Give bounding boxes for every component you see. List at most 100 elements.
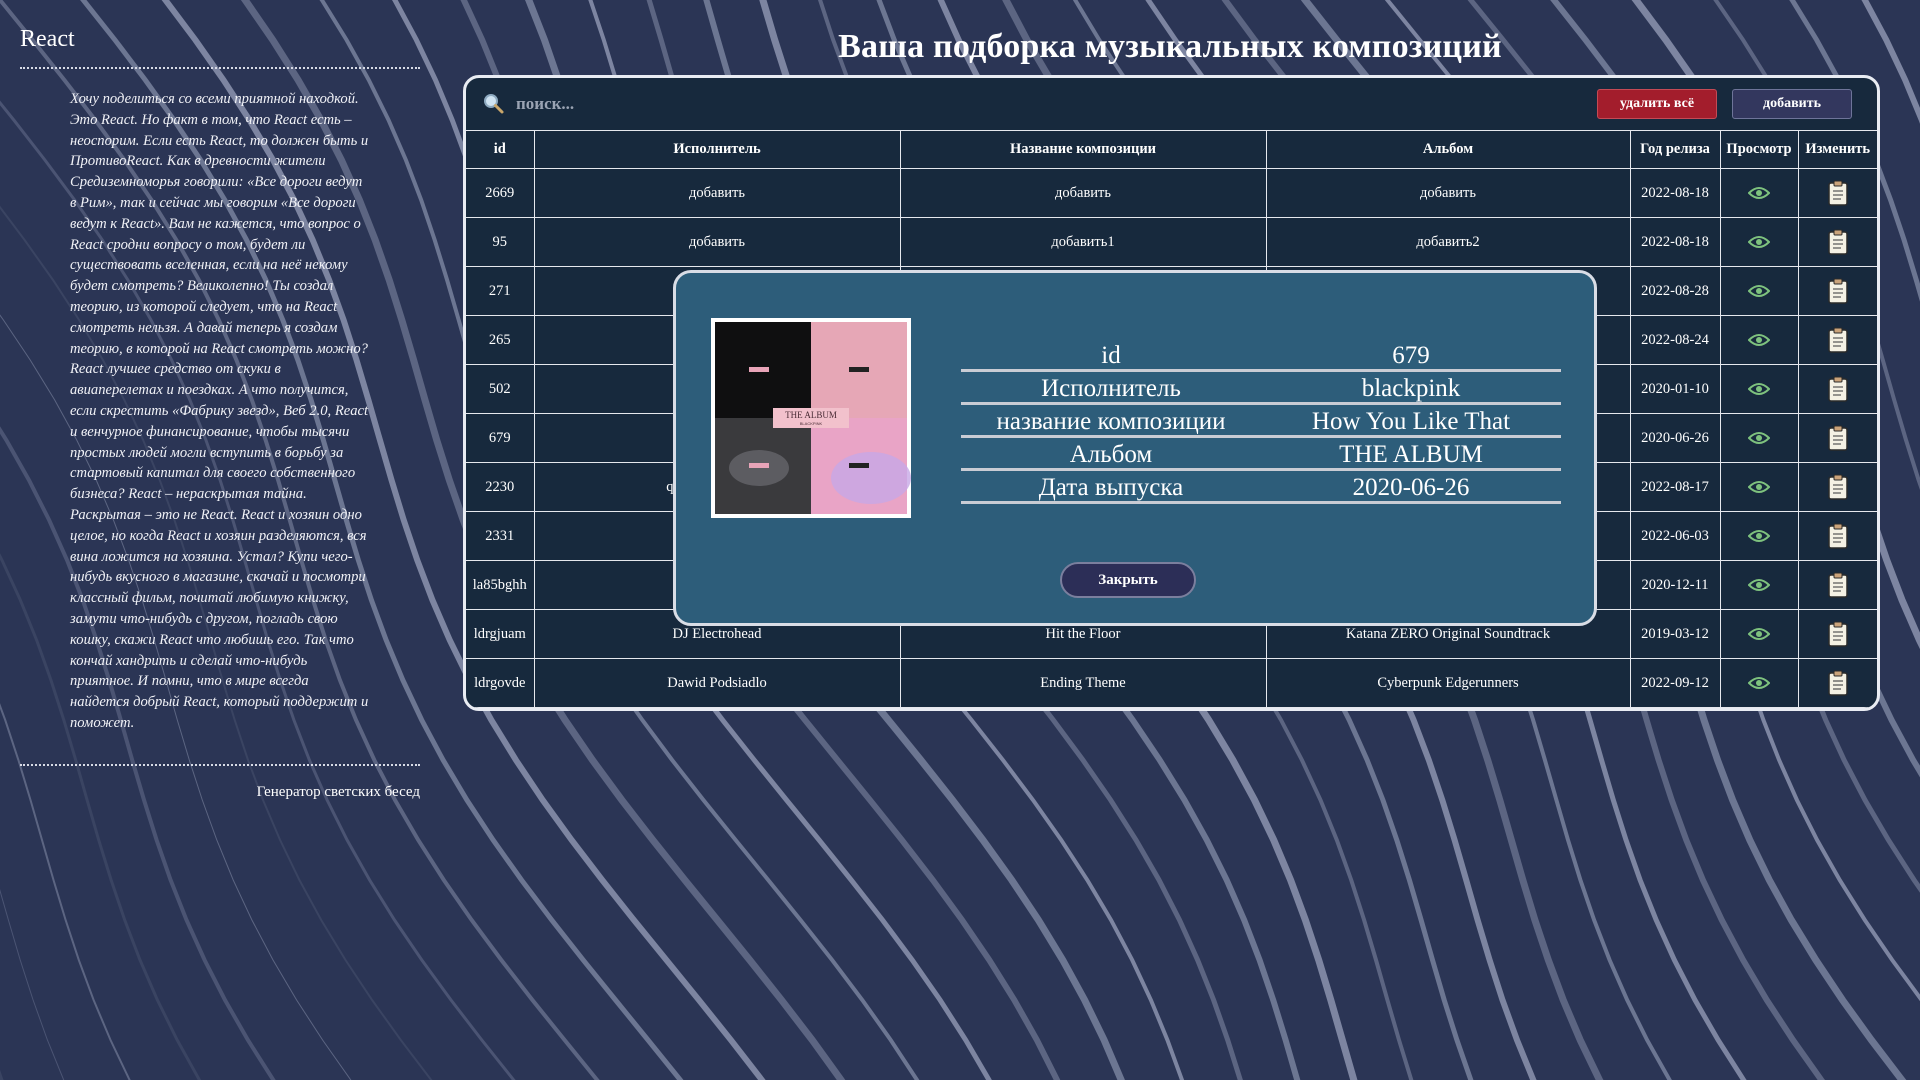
cell-id: 95 [466, 217, 535, 267]
edit-cell [1797, 217, 1877, 267]
edit-cell [1797, 609, 1877, 659]
column-header-view: Просмотр [1719, 130, 1799, 169]
cover-title-text: THE ALBUM [785, 410, 837, 420]
view-cell [1719, 266, 1799, 316]
cell-title: Ending Theme [899, 658, 1267, 708]
eye-icon[interactable] [1725, 284, 1794, 298]
cover-subtitle-text: BLACKPINK [800, 421, 823, 426]
view-cell [1719, 364, 1799, 414]
clipboard-icon[interactable] [1803, 425, 1874, 451]
cell-id: ldrgjuam [466, 609, 535, 659]
clipboard-icon[interactable] [1803, 376, 1874, 402]
edit-cell [1797, 168, 1877, 218]
cell-artist: добавить [533, 168, 901, 218]
cell-date: 2019-03-12 [1629, 609, 1721, 659]
divider [20, 763, 420, 766]
column-header-id[interactable]: id [466, 130, 535, 169]
cell-id: 265 [466, 315, 535, 365]
column-header-album[interactable]: Альбом [1265, 130, 1631, 169]
view-cell [1719, 511, 1799, 561]
eye-icon[interactable] [1725, 382, 1794, 396]
album-cover-image: THE ALBUM BLACKPINK [711, 318, 911, 518]
eye-icon[interactable] [1725, 529, 1794, 543]
column-header-title[interactable]: Название композиции [899, 130, 1267, 169]
cell-title: добавить [899, 168, 1267, 218]
eye-icon[interactable] [1725, 235, 1794, 249]
cell-date: 2022-09-12 [1629, 658, 1721, 708]
edit-cell [1797, 560, 1877, 610]
cell-id: 679 [466, 413, 535, 463]
clipboard-icon[interactable] [1803, 229, 1874, 255]
eye-icon[interactable] [1725, 333, 1794, 347]
clipboard-icon[interactable] [1803, 474, 1874, 500]
cell-id: la85bghh [466, 560, 535, 610]
cell-artist: добавить [533, 217, 901, 267]
toolbar: удалить всё добавить [466, 78, 1877, 130]
eye-icon[interactable] [1725, 627, 1794, 641]
column-header-date[interactable]: Год релиза [1629, 130, 1721, 169]
view-cell [1719, 217, 1799, 267]
view-cell [1719, 315, 1799, 365]
cell-date: 2022-08-18 [1629, 168, 1721, 218]
info-row-artist: Исполнитель blackpink [961, 374, 1561, 405]
cell-album: добавить2 [1265, 217, 1631, 267]
info-label: Исполнитель [1041, 375, 1181, 402]
clipboard-icon[interactable] [1803, 180, 1874, 206]
info-value: How You Like That [1311, 408, 1511, 435]
eye-icon[interactable] [1725, 480, 1794, 494]
table-row: ldrgovde Dawid Podsiadlo Ending Theme Cyber… [466, 658, 1877, 708]
view-cell [1719, 560, 1799, 610]
info-row-title: название композиции How You Like That [961, 407, 1561, 438]
view-cell [1719, 413, 1799, 463]
sidebar-footer-link[interactable]: Генератор светских бесед [20, 784, 420, 801]
cell-date: 2020-06-26 [1629, 413, 1721, 463]
search-icon [484, 94, 504, 114]
track-details-modal: THE ALBUM BLACKPINK id 679 Исполнитель b… [673, 270, 1597, 626]
eye-icon[interactable] [1725, 676, 1794, 690]
table-row: 95 добавить добавить1 добавить2 2022-08-18 [466, 217, 1877, 267]
search-input[interactable] [514, 90, 1118, 118]
cell-date: 2020-12-11 [1629, 560, 1721, 610]
info-label: Альбом [1069, 441, 1153, 468]
cell-date: 2022-08-17 [1629, 462, 1721, 512]
table-header-row: id Исполнитель Название композиции Альбо… [466, 130, 1877, 169]
eye-icon[interactable] [1725, 578, 1794, 592]
info-row-id: id 679 [961, 341, 1561, 372]
cell-date: 2022-08-24 [1629, 315, 1721, 365]
info-row-album: Альбом THE ALBUM [961, 440, 1561, 471]
info-value: 2020-06-26 [1352, 474, 1470, 501]
cell-date: 2022-08-28 [1629, 266, 1721, 316]
edit-cell [1797, 266, 1877, 316]
cell-title: добавить1 [899, 217, 1267, 267]
brand-title: React [20, 26, 75, 52]
close-button[interactable]: Закрыть [1060, 562, 1196, 598]
eye-icon[interactable] [1725, 186, 1794, 200]
cell-album: Cyberpunk Edgerunners [1265, 658, 1631, 708]
sidebar: React Хочу поделиться со всеми приятной … [20, 26, 420, 801]
edit-cell [1797, 315, 1877, 365]
add-button[interactable]: добавить [1732, 89, 1852, 119]
cell-id: 502 [466, 364, 535, 414]
cell-id: 2669 [466, 168, 535, 218]
edit-cell [1797, 413, 1877, 463]
clipboard-icon[interactable] [1803, 621, 1874, 647]
clipboard-icon[interactable] [1803, 670, 1874, 696]
column-header-artist[interactable]: Исполнитель [533, 130, 901, 169]
view-cell [1719, 168, 1799, 218]
cell-date: 2020-01-10 [1629, 364, 1721, 414]
edit-cell [1797, 364, 1877, 414]
page-title: Ваша подборка музыкальных композиций [838, 28, 1502, 65]
clipboard-icon[interactable] [1803, 523, 1874, 549]
cell-date: 2022-06-03 [1629, 511, 1721, 561]
cell-id: 2331 [466, 511, 535, 561]
sidebar-text: Хочу поделиться со всеми приятной находк… [70, 91, 369, 731]
track-info-table: id 679 Исполнитель blackpink название ко… [961, 341, 1561, 506]
eye-icon[interactable] [1725, 431, 1794, 445]
clipboard-icon[interactable] [1803, 327, 1874, 353]
view-cell [1719, 462, 1799, 512]
clipboard-icon[interactable] [1803, 572, 1874, 598]
clipboard-icon[interactable] [1803, 278, 1874, 304]
delete-all-button[interactable]: удалить всё [1597, 89, 1717, 119]
info-value: 679 [1392, 342, 1430, 369]
info-value: blackpink [1361, 375, 1461, 402]
